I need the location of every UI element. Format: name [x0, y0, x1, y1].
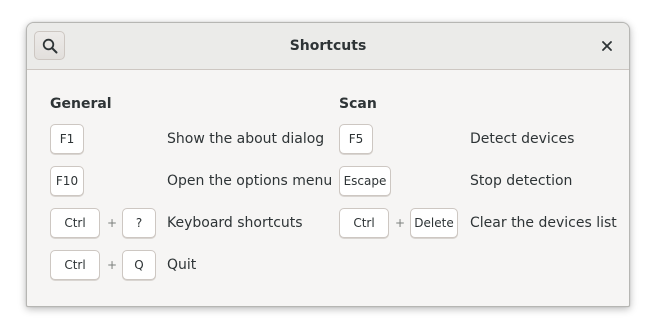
section-title-general: General — [50, 96, 112, 112]
shortcut-description: Stop detection — [470, 173, 573, 189]
shortcut-description: Open the options menu — [167, 173, 333, 189]
key-question: ? — [122, 208, 156, 238]
key-delete: Delete — [410, 208, 458, 238]
header-bar: Shortcuts — [27, 23, 629, 70]
close-button[interactable] — [599, 38, 615, 54]
key-f5: F5 — [339, 124, 373, 154]
key-ctrl: Ctrl — [339, 208, 389, 238]
shortcut-description: Clear the devices list — [470, 215, 617, 231]
key-f1: F1 — [50, 124, 84, 154]
shortcut-description: Show the about dialog — [167, 131, 325, 147]
section-title-scan: Scan — [339, 96, 377, 112]
key-q: Q — [122, 250, 156, 280]
key-ctrl: Ctrl — [50, 250, 100, 280]
key-separator: + — [395, 216, 406, 230]
key-ctrl: Ctrl — [50, 208, 100, 238]
window-title: Shortcuts — [289, 38, 367, 54]
shortcut-description: Detect devices — [470, 131, 575, 147]
shortcut-description: Quit — [167, 257, 197, 273]
key-f10: F10 — [50, 166, 84, 196]
key-escape: Escape — [339, 166, 391, 196]
shortcuts-window: Shortcuts General F1 Show the about dial… — [26, 22, 630, 307]
close-icon — [602, 41, 612, 51]
shortcut-description: Keyboard shortcuts — [167, 215, 303, 231]
key-separator: + — [107, 216, 118, 230]
key-separator: + — [107, 258, 118, 272]
